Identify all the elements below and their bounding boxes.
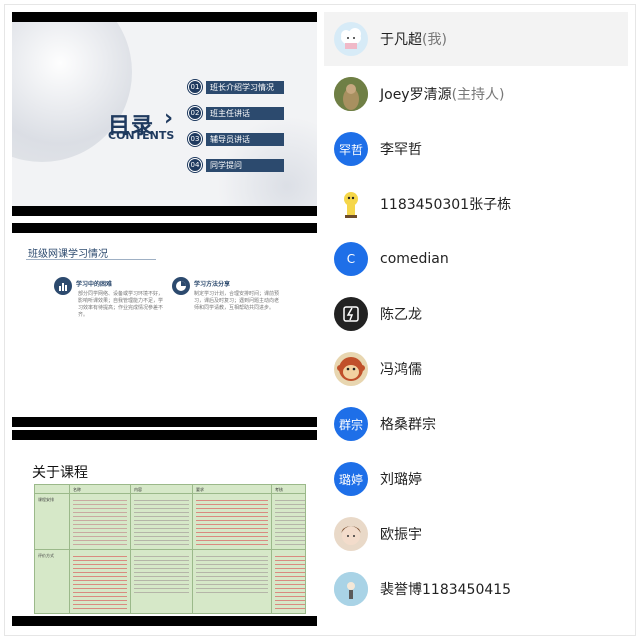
participant-row[interactable]: Joey罗清源(主持人) xyxy=(324,67,628,121)
toc-item: 04 同学提问 xyxy=(188,158,284,172)
participant-row[interactable]: 裴誉博1183450415 xyxy=(324,562,628,616)
text-avatar: 罕哲 xyxy=(334,132,368,166)
participant-row[interactable]: 冯鸿儒 xyxy=(324,342,628,396)
toc-label: 班主任讲话 xyxy=(206,106,284,120)
toc-number: 03 xyxy=(188,132,202,146)
table-cell-text xyxy=(275,497,305,545)
pie-chart-icon xyxy=(172,277,190,295)
participant-name: 1183450301张子栋 xyxy=(380,197,512,213)
table-divider xyxy=(35,493,305,494)
slide-title: 关于课程 xyxy=(32,465,88,481)
table-divider xyxy=(35,549,305,550)
table-cell-text xyxy=(73,553,127,609)
sky-avatar-icon xyxy=(334,572,368,606)
slide-heading: 班级网课学习情况 xyxy=(28,249,108,260)
toc-item: 01 班长介绍学习情况 xyxy=(188,80,284,94)
table-header: 要求 xyxy=(196,487,204,492)
participant-row[interactable]: 1183450301张子栋 xyxy=(324,177,628,231)
table-cell-text xyxy=(134,553,189,593)
participant-row[interactable]: 群宗 格桑群宗 xyxy=(324,397,628,451)
slide-about-course[interactable]: 关于课程 名称 内容 要求 考核 课程安排 评价方式 xyxy=(12,430,317,626)
toc-item: 02 班主任讲话 xyxy=(188,106,284,120)
toc-number: 02 xyxy=(188,106,202,120)
cartoon-avatar-icon xyxy=(334,187,368,221)
slide-study-situation[interactable]: 班级网课学习情况 学习中的困难 部分同学网络、设备或学习环境不好，影响听课效果；… xyxy=(12,223,317,427)
shared-slides-panel: 目录 › CONTENTS 01 班长介绍学习情况 02 班主任讲话 03 辅导… xyxy=(12,12,317,626)
toc-number: 04 xyxy=(188,158,202,172)
participant-name: 陈乙龙 xyxy=(380,307,422,323)
participant-row[interactable]: 璐婷 刘璐婷 xyxy=(324,452,628,506)
participant-list: 于凡超(我) Joey罗清源(主持人) 罕哲 李罕哲 1183450301张子栋… xyxy=(324,12,628,626)
participant-role: (我) xyxy=(422,32,447,48)
table-header: 内容 xyxy=(134,487,142,492)
participant-name: 格桑群宗 xyxy=(380,417,436,433)
chart-icon xyxy=(54,277,72,295)
section-text: 部分同学网络、设备或学习环境不好，影响听课效果；自我管理能力不足，学习效率有待提… xyxy=(78,291,164,318)
text-avatar: 璐婷 xyxy=(334,462,368,496)
section-subtitle: 学习方法分享 xyxy=(194,281,231,288)
toc-item: 03 辅导员讲话 xyxy=(188,132,284,146)
section-text: 制定学习计划，合理安排时间；课前预习，课后及时复习；遇到问题主动向老师和同学请教… xyxy=(194,291,280,311)
slide-contents[interactable]: 目录 › CONTENTS 01 班长介绍学习情况 02 班主任讲话 03 辅导… xyxy=(12,12,317,216)
toc-label: 辅导员讲话 xyxy=(206,132,284,146)
toc-number: 01 xyxy=(188,80,202,94)
text-avatar: 群宗 xyxy=(334,407,368,441)
participant-name: 刘璐婷 xyxy=(380,472,422,488)
cloud-avatar-icon xyxy=(334,22,368,56)
participant-name: comedian xyxy=(380,251,449,267)
anime-avatar-icon xyxy=(334,517,368,551)
table-cell: 评价方式 xyxy=(38,553,54,558)
chevron-right-icon: › xyxy=(164,106,174,131)
logo-avatar-icon xyxy=(334,297,368,331)
table-header: 名称 xyxy=(73,487,81,492)
participant-name: 于凡超 xyxy=(380,32,422,48)
participant-name: 裴誉博1183450415 xyxy=(380,582,512,598)
table-cell-text xyxy=(196,497,268,545)
photo-avatar-icon xyxy=(334,77,368,111)
table-cell-text xyxy=(73,497,127,545)
participant-role: (主持人) xyxy=(451,87,505,103)
text-avatar: C xyxy=(334,242,368,276)
table-header: 考核 xyxy=(275,487,283,492)
table-cell: 课程安排 xyxy=(38,497,54,502)
table-cell-text xyxy=(275,553,305,609)
participant-row[interactable]: 罕哲 李罕哲 xyxy=(324,122,628,176)
toc-label: 同学提问 xyxy=(206,158,284,172)
monkey-avatar-icon xyxy=(334,352,368,386)
participant-name: 李罕哲 xyxy=(380,142,422,158)
participant-name: 欧振宇 xyxy=(380,527,422,543)
participant-row[interactable]: C comedian xyxy=(324,232,628,286)
table-cell-text xyxy=(196,553,268,593)
section-subtitle: 学习中的困难 xyxy=(76,281,113,288)
participant-row[interactable]: 于凡超(我) xyxy=(324,12,628,66)
table-cell-text xyxy=(134,497,189,545)
participant-row[interactable]: 陈乙龙 xyxy=(324,287,628,341)
toc-label: 班长介绍学习情况 xyxy=(206,80,284,94)
course-table: 名称 内容 要求 考核 课程安排 评价方式 xyxy=(34,484,306,614)
participant-name: 冯鸿儒 xyxy=(380,362,422,378)
participant-row[interactable]: 欧振宇 xyxy=(324,507,628,561)
participant-name: Joey罗清源 xyxy=(380,87,452,103)
divider xyxy=(26,259,156,260)
toc-subtitle: CONTENTS xyxy=(108,129,175,142)
